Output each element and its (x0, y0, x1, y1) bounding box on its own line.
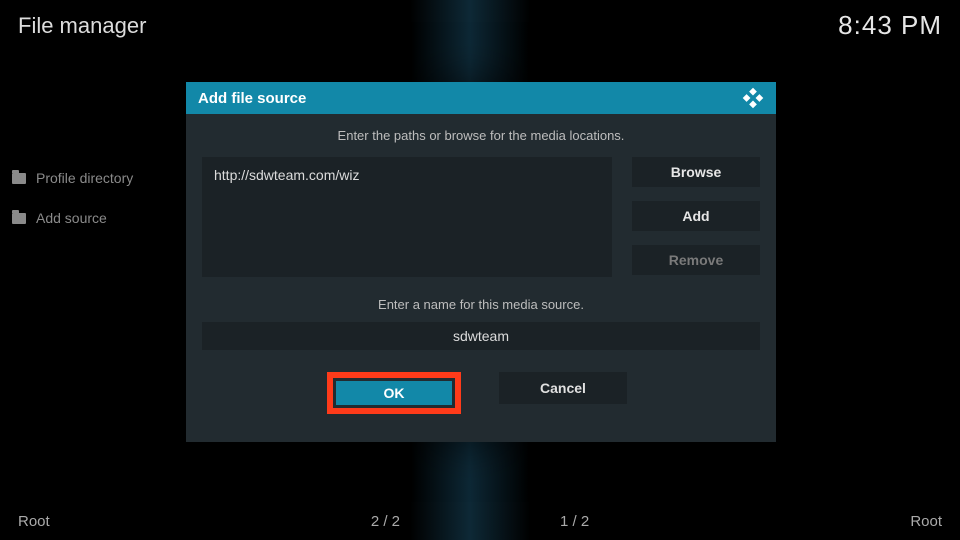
dialog-actions: OK Cancel (186, 372, 776, 414)
dialog-title: Add file source (198, 90, 306, 107)
folder-icon (12, 173, 26, 184)
path-input[interactable]: http://sdwteam.com/wiz (202, 157, 612, 277)
source-name-input[interactable]: sdwteam (202, 322, 760, 350)
ok-highlight-box: OK (327, 372, 461, 414)
name-instruction: Enter a name for this media source. (186, 297, 776, 312)
add-file-source-dialog: Add file source Enter the paths or brows… (186, 82, 776, 442)
sidebar-item-add-source[interactable]: Add source (12, 210, 133, 226)
folder-icon (12, 213, 26, 224)
clock: 8:43 PM (838, 10, 942, 41)
add-button[interactable]: Add (632, 201, 760, 231)
bottom-left-label: Root (18, 513, 50, 530)
sidebar-item-label: Add source (36, 210, 107, 226)
dialog-body-row: http://sdwteam.com/wiz Browse Add Remove (186, 157, 776, 277)
side-buttons: Browse Add Remove (632, 157, 760, 277)
source-name-value: sdwteam (453, 328, 509, 344)
page-title: File manager (18, 13, 146, 39)
sidebar-item-profile-directory[interactable]: Profile directory (12, 170, 133, 186)
browse-button[interactable]: Browse (632, 157, 760, 187)
dialog-titlebar: Add file source (186, 82, 776, 114)
path-value: http://sdwteam.com/wiz (214, 167, 360, 183)
header: File manager 8:43 PM (18, 10, 942, 41)
bottom-right-label: Root (910, 513, 942, 530)
remove-button: Remove (632, 245, 760, 275)
kodi-logo-icon (742, 87, 764, 109)
bottom-bar: Root 2 / 2 1 / 2 Root (18, 513, 942, 530)
path-instruction: Enter the paths or browse for the media … (186, 128, 776, 143)
sidebar-item-label: Profile directory (36, 170, 133, 186)
ok-button[interactable]: OK (336, 381, 452, 405)
bottom-count-right: 1 / 2 (560, 513, 589, 530)
sidebar: Profile directory Add source (12, 170, 133, 226)
bottom-center: 2 / 2 1 / 2 (18, 513, 942, 530)
cancel-button[interactable]: Cancel (499, 372, 627, 404)
bottom-count-left: 2 / 2 (371, 513, 400, 530)
